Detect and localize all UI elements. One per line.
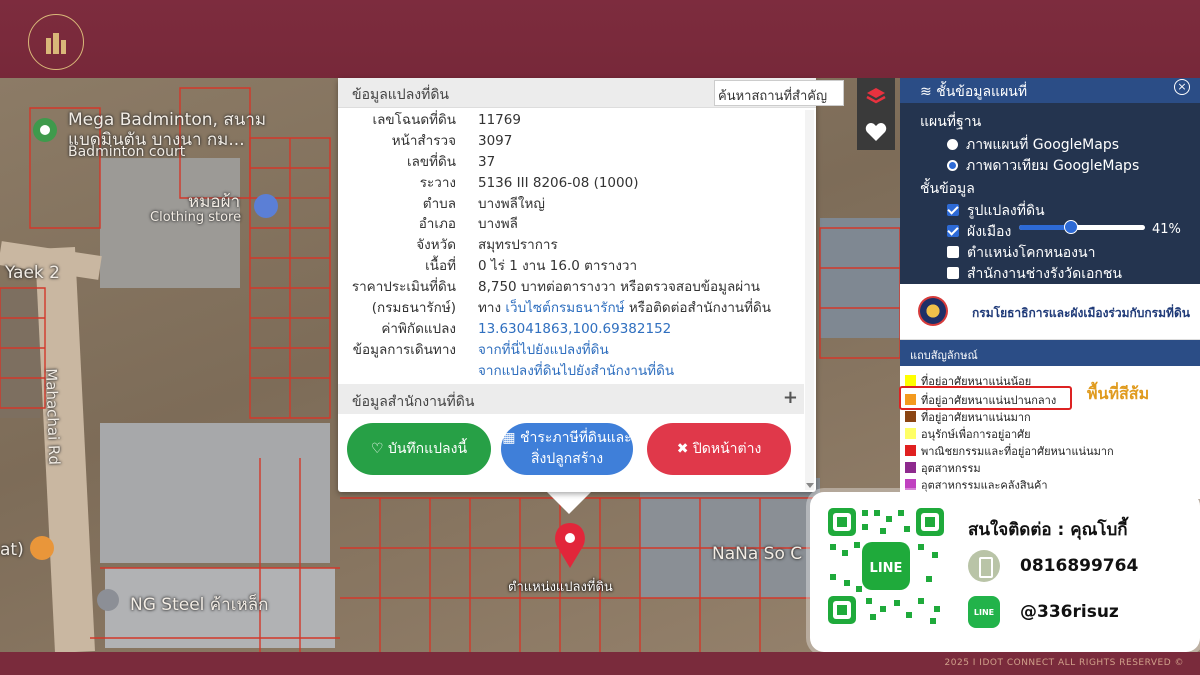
place-search-input[interactable]: ค้นหาสถานที่สำคัญ — [714, 80, 844, 106]
slider-fill — [1019, 225, 1071, 230]
layers-icon — [866, 88, 886, 104]
layers-panel-title: ≋ ชั้นข้อมูลแผนที่ × — [900, 78, 1200, 103]
info-row-subdistrict: ตำบล บางพลีใหญ่ — [422, 195, 545, 212]
contact-title: สนใจติดต่อ : คุณโบกี้ — [968, 520, 1128, 540]
parcel-info-popup: ข้อมูลแปลงที่ดิน ค้นหาสถานที่สำคัญ เลขโฉ… — [338, 78, 844, 492]
copyright-text: 2025 I IDOT CONNECT ALL RIGHTS RESERVED … — [944, 658, 1184, 668]
dpt-emblem-icon — [918, 296, 948, 326]
pay-land-tax-button[interactable]: ▦ ชำระภาษีที่ดินและ สิ่งปลูกสร้าง — [501, 423, 633, 475]
coordinates-link[interactable]: 13.63041863,100.69382152 — [478, 319, 804, 340]
layer-cityplan[interactable]: ผังเมือง — [947, 221, 1011, 243]
map-label-badminton-court: Badminton court — [68, 144, 186, 160]
basemap-option-satellite[interactable]: ภาพดาวเทียม GoogleMaps — [947, 155, 1139, 177]
layer-khoknongna[interactable]: ตำแหน่งโคกหนองนา — [947, 242, 1095, 264]
legend-swatch — [905, 445, 916, 456]
info-row-appraisal: ราคาประเมินที่ดิน 8,750 บาทต่อตารางวา หรื… — [351, 279, 760, 296]
contact-phone[interactable]: 0816899764 — [968, 550, 1138, 582]
info-row-province: จังหวัด สมุทรปราการ — [416, 237, 558, 254]
basemap-option-googlemaps[interactable]: ภาพแผนที่ GoogleMaps — [947, 134, 1119, 156]
info-row-area: เนื้อที่ 0 ไร่ 1 งาน 16.0 ตารางวา — [425, 258, 638, 275]
highlight-box — [899, 386, 1072, 410]
legend-swatch — [905, 479, 916, 490]
layers-toggle-button[interactable] — [857, 78, 895, 114]
legend-item: อนุรักษ์เพื่อการอยู่อาศัย — [905, 425, 1031, 443]
directions-to-office-link[interactable]: จากแปลงที่ดินไปยังสำนักงานที่ดิน — [478, 361, 804, 382]
checkbox-private-surveyor[interactable] — [947, 267, 959, 279]
checkbox-khoknongna[interactable] — [947, 246, 959, 258]
legend-swatch — [905, 428, 916, 439]
legend-subheading: แถบสัญลักษณ์ — [900, 340, 1200, 366]
legend-header: กรมโยธาธิการและผังเมืองร่วมกับกรมที่ดิน — [900, 284, 1200, 340]
info-row-coordinates: ค่าพิกัดแปลง 13.63041863,100.69382152 — [338, 319, 804, 340]
cityplan-opacity-slider[interactable] — [1019, 220, 1145, 234]
info-row-sheet: ระวาง 5136 III 8206-08 (1000) — [419, 174, 639, 191]
close-window-button[interactable]: ✖ ปิดหน้าต่าง — [647, 423, 791, 475]
save-parcel-button[interactable]: ♡ บันทึกแปลงนี้ — [347, 423, 491, 475]
orange-zone-annotation: พื้นที่สีส้ม — [1087, 384, 1150, 403]
treasury-website-link[interactable]: เว็บไซต์กรมธนารักษ์ — [505, 300, 624, 316]
info-row-land-no: เลขที่ดิน 37 — [406, 153, 496, 170]
legend-swatch — [905, 411, 916, 422]
info-row-deed-no: เลขโฉนดที่ดิน 11769 — [372, 112, 521, 128]
legend-item: อุตสาหกรรม — [905, 459, 981, 477]
info-row-directions: ข้อมูลการเดินทาง จากที่นี่ไปยังแปลงที่ดิน — [338, 340, 804, 361]
legend-item: พาณิชยกรรมและที่อยู่อาศัยหนาแน่นมาก — [905, 442, 1114, 460]
checkbox-cityplan[interactable] — [947, 225, 959, 237]
expand-plus-icon[interactable]: + — [783, 387, 798, 408]
info-row-survey-page: หน้าสำรวจ 3097 — [391, 132, 513, 149]
info-row-treasury: (กรมธนารักษ์) ทาง เว็บไซต์กรมธนารักษ์ หรื… — [371, 300, 772, 317]
legend-org-name: กรมโยธาธิการและผังเมืองร่วมกับกรมที่ดิน — [972, 306, 1190, 320]
legend-swatch — [905, 375, 916, 386]
favorites-button[interactable] — [857, 114, 895, 150]
header-band — [0, 0, 1200, 78]
close-icon[interactable]: × — [1174, 79, 1190, 95]
radio-basemap-satellite[interactable] — [947, 160, 958, 171]
map-label-nana: NaNa So C — [712, 544, 803, 564]
map-label-road: Mahachai Rd — [42, 368, 64, 466]
contact-line-id[interactable]: LINE @336risuz — [968, 596, 1119, 628]
svg-text:LINE: LINE — [870, 561, 903, 576]
popup-scrollbar[interactable] — [805, 110, 814, 490]
map-label-ngsteel: NG Steel ค้าเหล็ก — [130, 595, 269, 615]
marker-label: ตำแหน่งแปลงที่ดิน — [508, 580, 613, 595]
map-label-clothing: Clothing store — [150, 210, 242, 225]
qr-icon: ▦ — [502, 430, 520, 446]
phone-icon — [968, 550, 1000, 582]
legend-item: ที่อยู่อาศัยหนาแน่นมาก — [905, 408, 1031, 426]
heart-fill-icon — [865, 123, 887, 141]
directions-to-parcel-link[interactable]: จากที่นี่ไปยังแปลงที่ดิน — [478, 340, 804, 361]
building-logo-icon — [46, 33, 66, 54]
heart-icon: ♡ — [370, 440, 388, 457]
stack-icon: ≋ — [920, 84, 937, 100]
slider-thumb[interactable] — [1063, 220, 1078, 234]
layer-parcels[interactable]: รูปแปลงที่ดิน — [947, 200, 1045, 222]
data-layers-label: ชั้นข้อมูล — [920, 181, 975, 197]
legend-swatch — [905, 462, 916, 473]
info-row-directions-office: จากแปลงที่ดินไปยังสำนักงานที่ดิน — [338, 361, 804, 382]
scroll-down-icon[interactable] — [806, 483, 814, 488]
office-section-header[interactable]: ข้อมูลสำนักงานที่ดิน + — [338, 384, 804, 414]
contact-card: LINE สนใจติดต่อ : คุณโบกี้ 0816899764 LI… — [810, 492, 1200, 652]
basemap-label: แผนที่ฐาน — [920, 114, 982, 130]
checkbox-parcels[interactable] — [947, 204, 959, 216]
opacity-value: 41% — [1152, 222, 1181, 237]
layer-private-surveyor[interactable]: สำนักงานช่างรังวัดเอกชน — [947, 263, 1122, 285]
line-qr-code-icon[interactable]: LINE — [826, 506, 946, 626]
brand-logo — [18, 10, 98, 70]
parcel-info-table: เลขโฉนดที่ดิน 11769 หน้าสำรวจ 3097 เลขที่ด… — [338, 110, 804, 382]
map-label-at: at) — [0, 540, 24, 560]
line-app-icon: LINE — [968, 596, 1000, 628]
close-icon: ✖ — [676, 440, 693, 457]
info-row-district: อำเภอ บางพลี — [418, 216, 518, 233]
map-label-yaek: Yaek 2 — [5, 263, 60, 283]
radio-basemap-map[interactable] — [947, 139, 958, 150]
popup-tail — [547, 492, 591, 514]
